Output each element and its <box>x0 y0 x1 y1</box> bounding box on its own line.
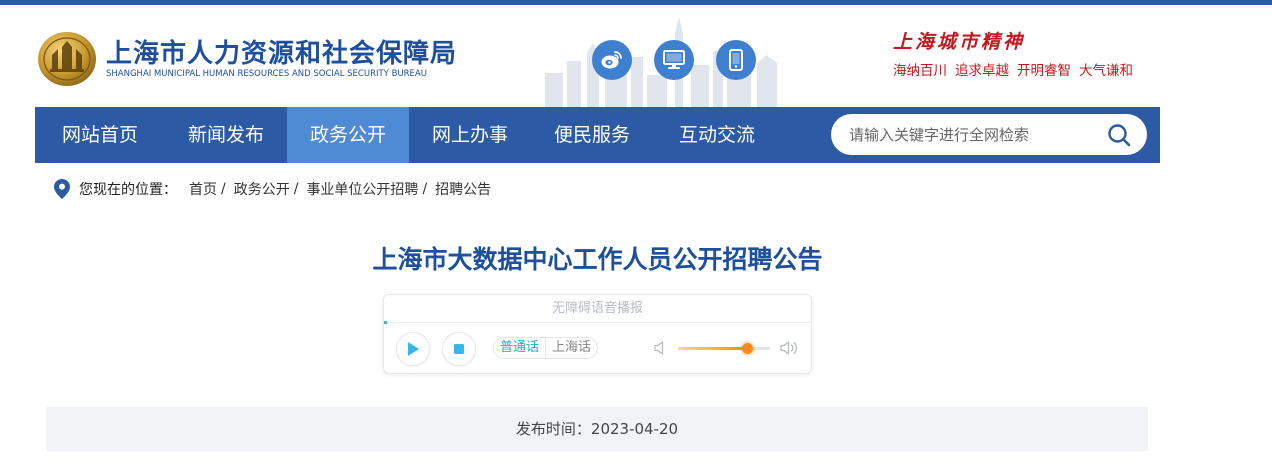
play-icon <box>408 342 419 356</box>
audio-progress-indicator <box>384 321 387 324</box>
mobile-icon <box>729 49 743 71</box>
language-option-shanghainese[interactable]: 上海话 <box>545 338 597 358</box>
audio-player: 无障碍语音播报 普通话 上海话 <box>383 294 812 374</box>
nav-item-convenience-services[interactable]: 便民服务 <box>531 107 653 163</box>
site-search-box <box>831 114 1147 155</box>
weibo-icon <box>601 51 622 69</box>
nav-item-government-affairs[interactable]: 政务公开 <box>287 107 409 163</box>
weibo-button[interactable] <box>592 40 632 80</box>
breadcrumb-separator: / <box>293 181 299 197</box>
breadcrumb: 您现在的位置： 首页 / 政务公开 / 事业单位公开招聘 / 招聘公告 <box>53 178 491 200</box>
stop-button[interactable] <box>442 332 476 366</box>
motto-item: 开明睿智 <box>1017 63 1071 79</box>
breadcrumb-recruitment-notice-link[interactable]: 招聘公告 <box>435 179 491 199</box>
volume-slider-fill <box>678 347 747 350</box>
stop-icon <box>454 344 464 354</box>
volume-high-icon[interactable] <box>780 339 800 357</box>
motto-item: 追求卓越 <box>955 63 1009 79</box>
breadcrumb-government-affairs-link[interactable]: 政务公开 <box>234 179 290 199</box>
volume-slider-handle[interactable] <box>741 343 753 354</box>
article-title: 上海市大数据中心工作人员公开招聘公告 <box>372 245 823 274</box>
volume-low-icon[interactable] <box>654 340 668 356</box>
audio-player-heading: 无障碍语音播报 <box>384 295 811 323</box>
breadcrumb-separator: / <box>221 181 226 197</box>
bureau-emblem-icon[interactable] <box>36 29 98 87</box>
language-selector: 普通话 上海话 <box>493 337 599 359</box>
search-icon[interactable] <box>1107 123 1131 147</box>
breadcrumb-label: 您现在的位置： <box>79 182 177 198</box>
site-logo-title[interactable]: 上海市人力资源和社会保障局 <box>106 33 457 70</box>
city-spirit-title: 上海城市精神 <box>893 31 1026 53</box>
motto-item: 大气谦和 <box>1079 63 1133 79</box>
breadcrumb-separator: / <box>422 181 428 197</box>
nav-item-interaction[interactable]: 互动交流 <box>653 107 781 163</box>
nav-item-home[interactable]: 网站首页 <box>35 107 165 163</box>
publish-time: 发布时间：2023-04-20 <box>46 407 1148 451</box>
volume-slider[interactable] <box>678 343 770 354</box>
site-logo-subtitle: SHANGHAI MUNICIPAL HUMAN RESOURCES AND S… <box>106 69 427 79</box>
city-spirit-motto: 海纳百川 追求卓越 开明睿智 大气谦和 <box>893 59 1141 79</box>
desktop-version-button[interactable] <box>654 40 694 80</box>
site-header: 上海市人力资源和社会保障局 SHANGHAI MUNICIPAL HUMAN R… <box>0 5 1272 109</box>
breadcrumb-public-recruitment-link[interactable]: 事业单位公开招聘 <box>306 179 418 199</box>
motto-item: 海纳百川 <box>893 63 947 79</box>
nav-item-online-services[interactable]: 网上办事 <box>409 107 531 163</box>
location-pin-icon <box>54 179 70 199</box>
play-button[interactable] <box>396 332 430 366</box>
nav-item-news[interactable]: 新闻发布 <box>165 107 287 163</box>
desktop-icon <box>663 50 685 69</box>
mobile-version-button[interactable] <box>716 40 756 80</box>
breadcrumb-home-link[interactable]: 首页 <box>189 179 217 199</box>
main-nav: 网站首页 新闻发布 政务公开 网上办事 便民服务 互动交流 <box>35 107 1160 163</box>
search-input[interactable] <box>849 114 1099 155</box>
language-option-mandarin[interactable]: 普通话 <box>494 338 545 358</box>
